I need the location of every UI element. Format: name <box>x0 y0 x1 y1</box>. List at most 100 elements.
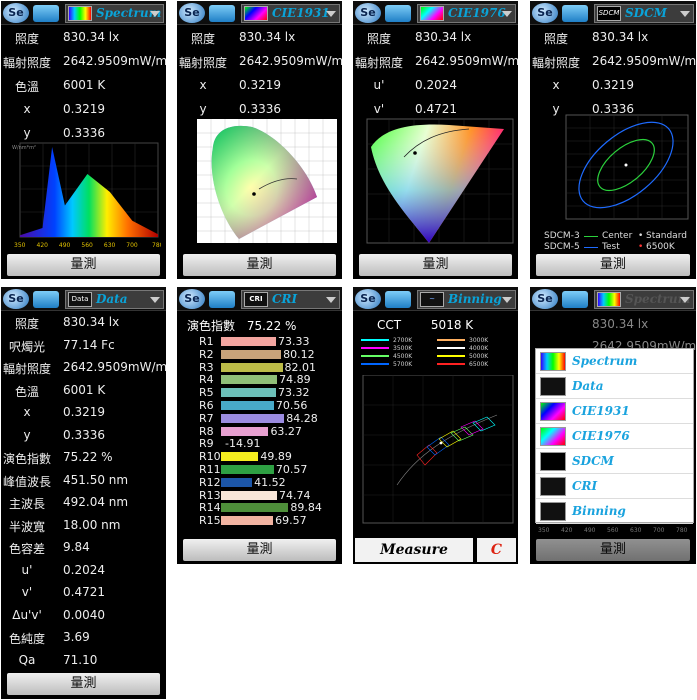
sdcm-icon: SDCM <box>597 6 621 21</box>
mode-dropdown-menu: Spectrum Data CIE1931 CIE1976 SDCM CRI Binning <box>535 348 694 524</box>
folder-icon[interactable] <box>562 5 588 22</box>
mode-dropdown[interactable]: SDCM SDCM <box>594 4 694 23</box>
x-tick-label: 350 <box>14 242 26 249</box>
axis-tick: 490 <box>584 527 596 534</box>
cri-bar-label: R14 <box>199 501 221 515</box>
cri-bar-value: 82.01 <box>284 360 317 374</box>
cie1976-icon <box>420 6 444 21</box>
menu-item-label: SDCM <box>572 454 614 468</box>
spectrum-icon <box>68 6 92 21</box>
data-value: 451.50 nm <box>63 472 129 487</box>
measure-button[interactable]: 量測 <box>183 539 336 561</box>
mode-dropdown[interactable]: ~ Binning <box>417 290 516 309</box>
measure-button[interactable]: 量測 <box>536 539 690 561</box>
binning-icon: ~ <box>420 292 444 307</box>
data-value: 0.2024 <box>63 562 105 577</box>
chevron-down-icon <box>680 11 690 17</box>
app-logo-icon[interactable]: Se <box>355 289 381 309</box>
measure-button[interactable]: Measure <box>355 538 473 562</box>
app-logo-icon[interactable]: Se <box>355 3 381 23</box>
folder-icon[interactable] <box>209 291 235 308</box>
cri-bar <box>221 503 289 513</box>
cct-readout: CCT 5018 K <box>377 318 474 332</box>
cri-bar-value: 73.32 <box>277 386 310 400</box>
cie1976-panel: Se CIE1976 照度 830.34 lx 輻射照度 2642.9509mW/m… <box>353 1 518 279</box>
cri-panel: Se CRI CRI 演色指數 75.22 % R1 73.33 R2 80.12 R3… <box>177 287 342 564</box>
measure-button[interactable]: 量測 <box>183 254 336 276</box>
cri-bar-label: R9 <box>199 437 214 451</box>
cri-bar-value: 41.52 <box>254 475 286 489</box>
mode-dropdown[interactable]: Spectrum <box>65 4 164 23</box>
menu-item-sdcm[interactable]: SDCM <box>536 449 693 474</box>
app-logo-icon[interactable]: Se <box>532 289 558 309</box>
cri-bar-value: 63.27 <box>270 424 302 438</box>
menu-item-label: CRI <box>572 479 598 493</box>
axis-tick: 350 <box>538 527 550 534</box>
measure-button[interactable]: 量測 <box>359 254 512 276</box>
menu-item-spectrum[interactable]: Spectrum <box>536 349 693 374</box>
toolbar: Se CIE1931 <box>177 1 342 25</box>
menu-item-cie1931[interactable]: CIE1931 <box>536 399 693 424</box>
cri-bar-value: 49.89 <box>260 450 292 464</box>
data-label: 照度 <box>14 317 39 331</box>
binning-icon <box>540 502 566 521</box>
cri-value: 75.22 % <box>246 319 297 333</box>
chevron-down-icon <box>502 11 512 17</box>
mode-label: CIE1931 <box>272 6 330 20</box>
measured-point <box>252 192 256 196</box>
data-value: 830.34 lx <box>63 315 120 329</box>
cri-bar <box>221 477 253 487</box>
app-logo-icon[interactable]: Se <box>532 3 558 23</box>
cri-bar-value: 70.56 <box>275 399 308 412</box>
menu-item-label: Spectrum <box>572 354 638 368</box>
app-logo-icon[interactable]: Se <box>3 289 29 309</box>
menu-item-label: Binning <box>572 504 626 518</box>
folder-icon[interactable] <box>562 291 588 308</box>
menu-item-cri[interactable]: CRI <box>536 474 693 499</box>
clear-button[interactable]: C <box>477 538 516 562</box>
cri-bar <box>221 490 278 500</box>
cie1931-chart <box>197 119 337 243</box>
mode-dropdown[interactable]: Spectrum <box>594 290 694 309</box>
measure-button[interactable]: 量測 <box>7 673 160 695</box>
cri-icon: CRI <box>244 292 268 307</box>
cri-bar-value: 80.12 <box>283 347 315 361</box>
cri-bar-value: 84.28 <box>286 411 318 425</box>
cri-bar <box>221 413 285 423</box>
cri-bar-label: R2 <box>199 347 214 361</box>
cie1976-icon <box>540 427 566 446</box>
folder-icon[interactable] <box>385 291 411 308</box>
x-tick-label: 780 <box>152 242 161 249</box>
chevron-down-icon <box>150 297 160 303</box>
folder-icon[interactable] <box>33 5 59 22</box>
menu-item-label: CIE1976 <box>572 429 630 443</box>
mode-dropdown[interactable]: CIE1976 <box>417 4 516 23</box>
app-logo-icon[interactable]: Se <box>179 289 205 309</box>
data-label: 色純度 <box>8 632 45 646</box>
mode-dropdown[interactable]: CIE1931 <box>241 4 340 23</box>
measure-button[interactable]: 量測 <box>536 254 690 276</box>
cri-icon <box>540 477 566 496</box>
folder-icon[interactable] <box>385 5 411 22</box>
cri-bar-value: 69.57 <box>275 514 307 528</box>
app-logo-icon[interactable]: Se <box>3 3 29 23</box>
axis-tick: 630 <box>630 527 642 534</box>
data-label: 呎燭光 <box>8 339 45 354</box>
menu-item-data[interactable]: Data <box>536 374 693 399</box>
mode-dropdown[interactable]: CRI CRI <box>241 290 340 309</box>
cri-bar-label: R12 <box>199 475 221 489</box>
row-illuminance-dim: 830.34 lx <box>592 317 649 331</box>
mode-dropdown[interactable]: Data Data <box>65 290 164 309</box>
app-logo-icon[interactable]: Se <box>179 3 205 23</box>
data-label: 峰值波長 <box>2 474 51 489</box>
menu-item-cie1976[interactable]: CIE1976 <box>536 424 693 449</box>
folder-icon[interactable] <box>33 291 59 308</box>
cri-bar-value: 74.74 <box>279 488 311 502</box>
measure-button[interactable]: 量測 <box>7 254 160 276</box>
binning-legend: 2700K 3000K 3500K 4000K 4500K 5000K 5700… <box>359 337 513 373</box>
menu-item-binning[interactable]: Binning <box>536 499 693 524</box>
center-point <box>624 163 628 167</box>
measured-point <box>439 441 443 445</box>
folder-icon[interactable] <box>209 5 235 22</box>
data-label: Δu'v' <box>12 607 42 622</box>
